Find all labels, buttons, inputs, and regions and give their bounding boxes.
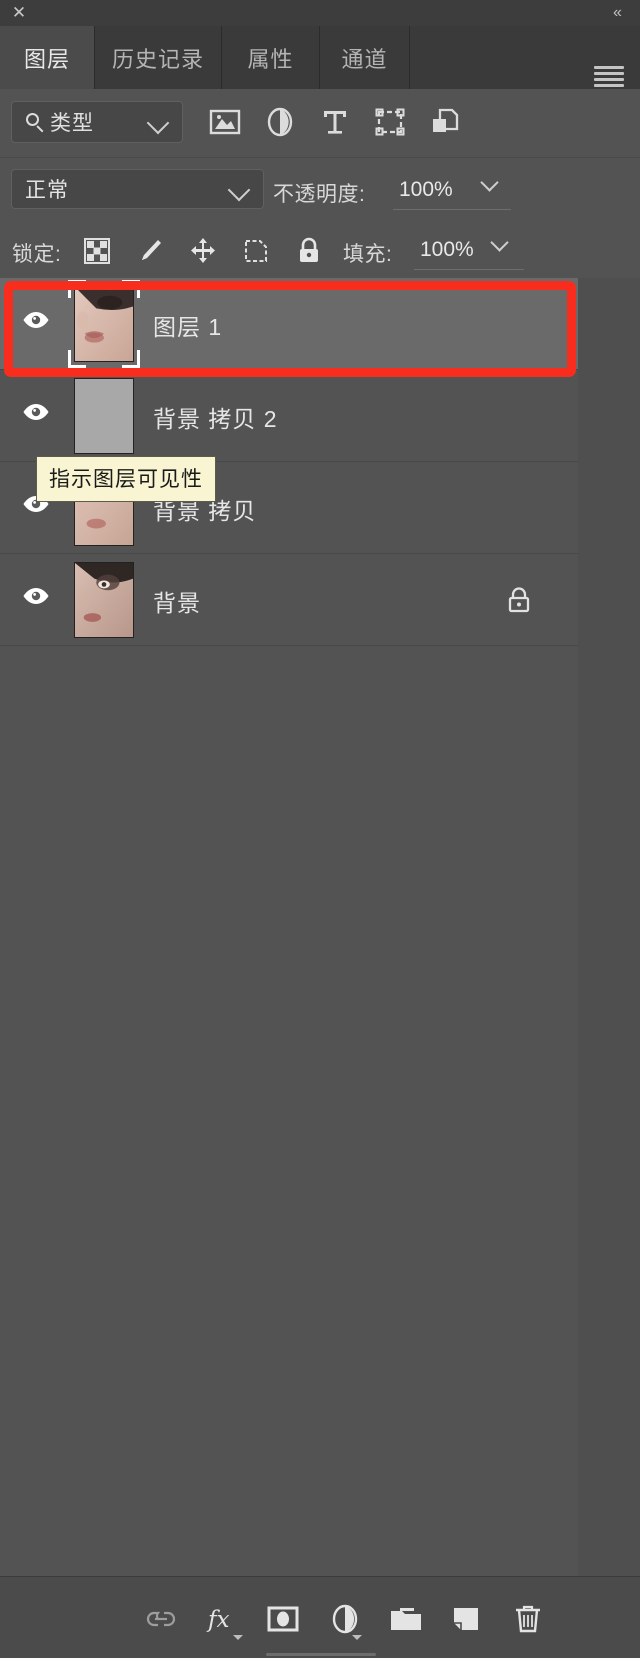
filter-kind-dropdown[interactable]: 类型 <box>11 101 183 143</box>
layer-visibility-icon[interactable] <box>22 403 50 421</box>
fill-value[interactable]: 100% <box>420 238 474 262</box>
layer-visibility-icon[interactable] <box>22 587 50 605</box>
tab-label: 通道 <box>341 46 388 72</box>
add-layer-mask-icon[interactable] <box>263 1599 303 1639</box>
fx-dropdown-arrow-icon <box>233 1635 243 1640</box>
lock-bar: 锁定: 填充: 100% <box>0 220 640 278</box>
tab-channels[interactable]: 通道 <box>320 26 410 89</box>
delete-layer-icon[interactable] <box>508 1599 548 1639</box>
layer-thumbnail[interactable] <box>74 286 134 362</box>
layer-thumbnail[interactable] <box>74 378 134 454</box>
adjustment-dropdown-arrow-icon <box>352 1635 362 1640</box>
link-layers-icon[interactable] <box>141 1599 181 1639</box>
opacity-field-underline <box>393 209 511 210</box>
blend-mode-bar: 正常 不透明度: 100% <box>0 157 640 220</box>
pixel-layer-filter-icon[interactable] <box>206 103 244 141</box>
smart-object-filter-icon[interactable] <box>426 103 464 141</box>
layer-name[interactable]: 图层 1 <box>153 308 222 342</box>
opacity-chevron-down-icon[interactable] <box>480 173 508 198</box>
layers-panel-bottom-toolbar: fx <box>0 1576 640 1658</box>
tab-label: 历史记录 <box>111 46 204 72</box>
layer-name[interactable]: 背景 拷贝 2 <box>153 400 278 434</box>
tab-properties[interactable]: 属性 <box>222 26 320 89</box>
lock-image-pixels-icon[interactable] <box>135 236 165 266</box>
layer-locked-icon <box>506 586 532 614</box>
lock-all-icon[interactable] <box>294 236 324 266</box>
layer-row[interactable]: 背景 拷贝 2 <box>0 370 578 462</box>
lock-transparent-pixels-icon[interactable] <box>82 236 112 266</box>
lock-position-icon[interactable] <box>188 236 218 266</box>
fill-field-underline <box>414 269 524 270</box>
search-icon <box>24 111 46 133</box>
layer-visibility-icon[interactable] <box>22 311 50 329</box>
new-adjustment-layer-icon[interactable] <box>325 1599 365 1639</box>
collapse-panel-icon[interactable]: « <box>604 1 630 25</box>
fill-chevron-down-icon[interactable] <box>490 233 518 258</box>
close-icon[interactable]: ✕ <box>8 2 30 24</box>
shape-layer-filter-icon[interactable] <box>371 103 409 141</box>
layers-scrollbar-track[interactable] <box>578 278 640 1578</box>
type-layer-filter-icon[interactable] <box>316 103 354 141</box>
tab-label: 属性 <box>247 46 294 72</box>
horizontal-scrollbar[interactable] <box>266 1653 376 1656</box>
panel-tab-bar: 图层 历史记录 属性 通道 <box>0 26 640 89</box>
lock-label: 锁定: <box>12 243 62 266</box>
new-layer-icon[interactable] <box>446 1599 486 1639</box>
layer-thumbnail[interactable] <box>74 562 134 638</box>
new-group-icon[interactable] <box>386 1599 426 1639</box>
fill-label: 填充: <box>343 243 393 266</box>
visibility-tooltip: 指示图层可见性 <box>36 456 216 502</box>
layer-row[interactable]: 图层 1 <box>0 278 578 370</box>
chevron-down-icon <box>146 111 170 135</box>
filter-kind-label: 类型 <box>50 112 94 135</box>
tab-history[interactable]: 历史记录 <box>95 26 222 89</box>
lock-artboard-nesting-icon[interactable] <box>241 236 271 266</box>
opacity-label: 不透明度: <box>273 183 366 206</box>
tab-label: 图层 <box>23 46 70 72</box>
adjustment-layer-filter-icon[interactable] <box>261 103 299 141</box>
panel-title-bar: ✕ « <box>0 0 640 26</box>
svg-text:fx: fx <box>206 1607 230 1633</box>
tab-layers[interactable]: 图层 <box>0 26 95 89</box>
hamburger-menu-icon[interactable] <box>594 66 624 87</box>
opacity-value[interactable]: 100% <box>399 178 453 202</box>
blend-mode-value: 正常 <box>25 179 69 202</box>
layer-name[interactable]: 背景 <box>153 584 201 618</box>
blend-mode-dropdown[interactable]: 正常 <box>11 169 264 209</box>
layer-row[interactable]: 背景 <box>0 554 578 646</box>
photoshop-layers-panel: ✕ « 图层 历史记录 属性 通道 类型 正常 不透明度: 100% 锁定: 填… <box>0 0 640 1658</box>
chevron-down-icon <box>227 178 251 202</box>
layer-style-fx-icon[interactable]: fx <box>203 1599 243 1640</box>
layer-filter-bar: 类型 <box>0 89 640 245</box>
